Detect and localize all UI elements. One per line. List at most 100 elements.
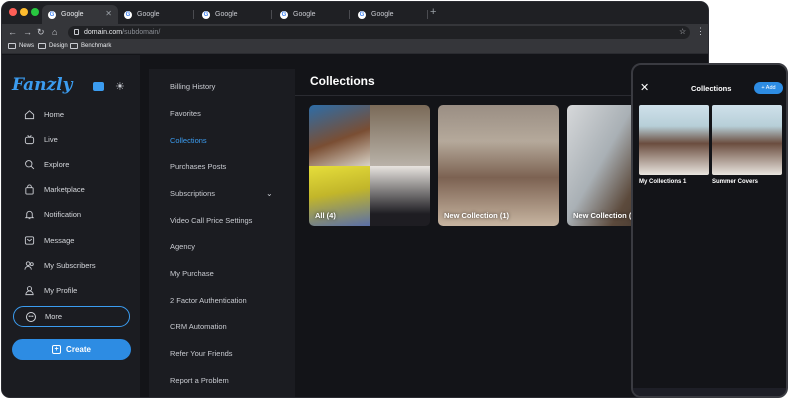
- phone-collection-label: My Collections 1: [639, 179, 687, 185]
- settings-item-video-call-price[interactable]: Video Call Price Settings: [170, 216, 252, 225]
- collection-card-label: New Collection (1): [573, 211, 639, 220]
- settings-item-agency[interactable]: Agency: [170, 242, 195, 251]
- sidebar-item-marketplace[interactable]: Marketplace: [24, 181, 85, 197]
- maximize-window-button[interactable]: [31, 8, 39, 16]
- google-favicon-icon: G: [280, 10, 288, 19]
- bookmark-star-icon[interactable]: ☆: [679, 27, 686, 36]
- google-favicon-icon: G: [358, 10, 366, 19]
- sidebar-item-label: Explore: [44, 159, 70, 169]
- phone-page-title: Collections: [691, 84, 732, 93]
- phone-collection-card[interactable]: [639, 105, 709, 175]
- wallet-icon[interactable]: [93, 82, 104, 91]
- url-path: /subdomain/: [122, 29, 161, 36]
- home-icon: [24, 109, 35, 119]
- browser-menu-icon[interactable]: ⋮: [696, 26, 705, 37]
- close-tab-icon[interactable]: ✕: [105, 9, 112, 18]
- forward-arrow-icon[interactable]: →: [23, 27, 32, 37]
- close-window-button[interactable]: [9, 8, 17, 16]
- bookmark-item[interactable]: News: [8, 43, 34, 49]
- bookmark-label: News: [19, 43, 35, 49]
- folder-icon: [38, 43, 46, 49]
- tab-title: Google: [371, 11, 394, 18]
- app-content: Fanzly ☀ Home Live Explore Marketplace N…: [2, 55, 708, 397]
- sidebar-item-label: Notification: [44, 209, 82, 219]
- minimize-window-button[interactable]: [20, 8, 28, 16]
- folder-icon: [70, 43, 78, 49]
- settings-item-favorites[interactable]: Favorites: [170, 109, 201, 118]
- sidebar-item-home[interactable]: Home: [24, 106, 64, 122]
- sidebar-item-my-subscribers[interactable]: My Subscribers: [24, 257, 96, 273]
- google-favicon-icon: G: [202, 10, 210, 19]
- bell-icon: [24, 210, 35, 219]
- page-title: Collections: [310, 74, 375, 88]
- collection-card-all[interactable]: All (4): [309, 105, 430, 226]
- url-input[interactable]: domain.com/subdomain/: [68, 26, 690, 39]
- sidebar-item-label: Live: [44, 134, 58, 144]
- settings-item-my-purchase[interactable]: My Purchase: [170, 269, 214, 278]
- collection-card-new-1[interactable]: New Collection (1): [438, 105, 559, 226]
- browser-tab[interactable]: G Google: [274, 5, 350, 24]
- create-label: Create: [66, 345, 91, 354]
- reload-icon[interactable]: ↻: [37, 27, 45, 38]
- browser-tab[interactable]: G Google ✕: [42, 5, 118, 24]
- settings-item-crm-automation[interactable]: CRM Automation: [170, 322, 227, 331]
- phone-status-bar: [633, 65, 786, 71]
- sidebar-item-explore[interactable]: Explore: [24, 156, 69, 172]
- phone-collection-card[interactable]: [712, 105, 782, 175]
- user-icon: [25, 285, 34, 295]
- tab-title: Google: [137, 11, 160, 18]
- settings-item-purchases-posts[interactable]: Purchases Posts: [170, 162, 226, 171]
- live-icon: [24, 134, 35, 144]
- tab-separator: [271, 10, 272, 19]
- message-icon: [24, 235, 35, 245]
- back-arrow-icon[interactable]: ←: [8, 27, 17, 37]
- search-icon: [25, 159, 35, 169]
- tab-separator: [349, 10, 350, 19]
- tab-title: Google: [293, 11, 316, 18]
- sidebar-item-message[interactable]: Message: [24, 232, 74, 248]
- more-label: More: [45, 312, 63, 321]
- bookmark-item[interactable]: Benchmark: [70, 43, 111, 49]
- bookmark-label: Benchmark: [81, 43, 112, 49]
- tab-title: Google: [215, 11, 238, 18]
- more-button[interactable]: ••• More: [13, 306, 130, 327]
- sidebar: Fanzly ☀ Home Live Explore Marketplace N…: [2, 55, 140, 397]
- bookmarks-bar: News Design Benchmark: [2, 41, 708, 54]
- create-button[interactable]: + Create: [12, 339, 131, 360]
- phone-bottom-bar: [633, 388, 786, 396]
- tab-separator: [427, 10, 428, 19]
- settings-item-subscriptions[interactable]: Subscriptions: [170, 189, 215, 198]
- theme-toggle-icon[interactable]: ☀: [115, 80, 125, 93]
- collection-card-label: All (4): [315, 211, 336, 220]
- sidebar-item-my-profile[interactable]: My Profile: [24, 282, 77, 298]
- settings-item-2fa[interactable]: 2 Factor Authentication: [170, 296, 247, 305]
- chevron-down-icon[interactable]: ⌄: [266, 189, 273, 198]
- settings-menu: Billing History Favorites Collections Pu…: [149, 69, 295, 397]
- new-tab-button[interactable]: +: [430, 6, 436, 18]
- more-dots-icon: •••: [26, 311, 36, 322]
- collection-thumbnail: [309, 105, 370, 166]
- settings-item-collections[interactable]: Collections: [170, 136, 207, 145]
- url-domain: domain.com: [84, 29, 123, 36]
- tab-title: Google: [61, 11, 84, 18]
- close-icon[interactable]: ✕: [640, 81, 649, 94]
- google-favicon-icon: G: [48, 10, 56, 19]
- sidebar-item-live[interactable]: Live: [24, 131, 58, 147]
- google-favicon-icon: G: [124, 10, 132, 19]
- address-bar: ← → ↻ ⌂ domain.com/subdomain/ ☆ ⋮: [2, 24, 708, 41]
- app-logo[interactable]: Fanzly: [12, 75, 73, 95]
- settings-item-refer-friends[interactable]: Refer Your Friends: [170, 349, 233, 358]
- browser-tab[interactable]: G Google: [118, 5, 194, 24]
- users-icon: [24, 260, 34, 270]
- collection-card-label: New Collection (1): [444, 211, 510, 220]
- browser-tab[interactable]: G Google: [196, 5, 272, 24]
- settings-item-billing-history[interactable]: Billing History: [170, 82, 215, 91]
- settings-item-report-problem[interactable]: Report a Problem: [170, 376, 229, 385]
- add-collection-button[interactable]: + Add: [754, 82, 783, 94]
- browser-tab[interactable]: G Google: [352, 5, 428, 24]
- folder-icon: [8, 43, 16, 49]
- sidebar-item-notification[interactable]: Notification: [24, 206, 81, 222]
- sidebar-item-label: Marketplace: [44, 184, 85, 194]
- bookmark-item[interactable]: Design: [38, 43, 68, 49]
- home-browser-icon[interactable]: ⌂: [52, 27, 57, 37]
